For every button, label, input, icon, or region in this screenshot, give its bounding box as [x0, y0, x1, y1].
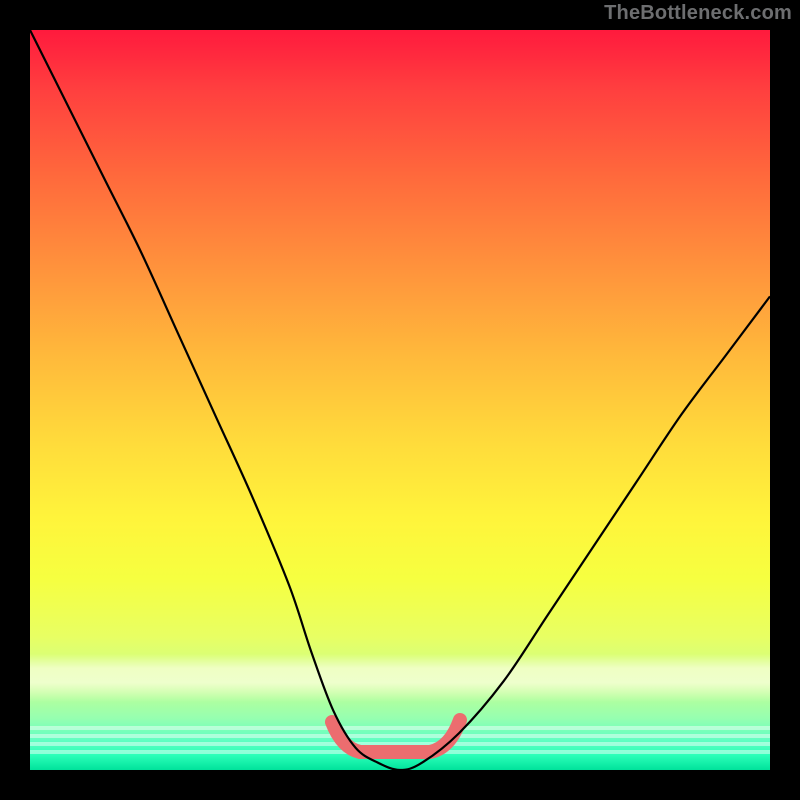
optimal-range-highlight	[332, 720, 460, 752]
plot-area	[30, 30, 770, 770]
bottleneck-curve	[30, 30, 770, 770]
chart-svg	[30, 30, 770, 770]
chart-stage: TheBottleneck.com	[0, 0, 800, 800]
watermark-text: TheBottleneck.com	[604, 2, 792, 25]
